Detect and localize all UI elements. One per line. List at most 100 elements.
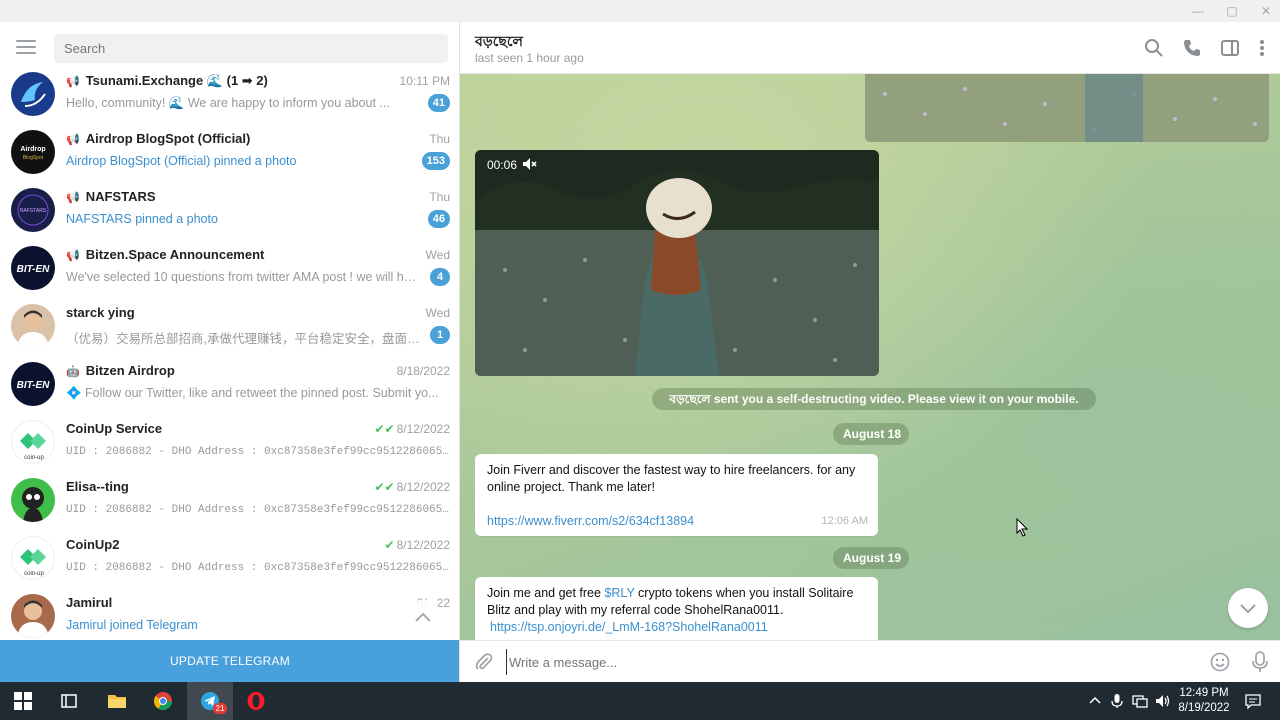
video-duration: 00:06 [487, 158, 518, 172]
chat-list-item[interactable]: coin-up CoinUp2 ✔ 8/12/2022 UID : 2086882 - … [0, 530, 459, 588]
svg-text:coin-up: coin-up [24, 455, 44, 461]
unread-badge: 153 [421, 152, 450, 170]
chat-name: CoinUp Service [66, 421, 162, 436]
windows-taskbar: 21 12:49 PM 8/19/2022 [0, 682, 1280, 720]
menu-icon[interactable] [16, 40, 36, 56]
read-check-icon: ✔✔ [374, 422, 395, 436]
emoji-icon[interactable] [1210, 652, 1230, 672]
paperclip-icon[interactable] [474, 652, 494, 672]
chat-preview: Jamirul joined Telegram [66, 618, 198, 632]
cartoon-avatar-avatar [11, 478, 55, 522]
update-telegram-button[interactable]: UPDATE TELEGRAM [0, 640, 459, 682]
chat-type-icon: 🤖 [66, 366, 80, 378]
chat-name: 📢 NAFSTARS [66, 189, 156, 204]
chat-time-text: 8/18/2022 [396, 364, 450, 378]
svg-text:BlogSpot: BlogSpot [23, 155, 44, 161]
unread-badge: 4 [430, 268, 450, 286]
message-link[interactable]: https://tsp.onjoyri.de/_LmM-168?ShohelRa… [487, 619, 866, 636]
message-composer [460, 640, 1280, 682]
message-bubble[interactable]: Join me and get free $RLY crypto tokens … [475, 577, 878, 640]
chat-name: 📢 Bitzen.Space Announcement [66, 247, 264, 262]
chat-list-item[interactable]: NAFSTARS 📢 NAFSTARS Thu NAFSTARS pinned a ph… [0, 182, 459, 240]
chat-list: 📢 Tsunami.Exchange 🌊 (1 ➡ 2) 10:11 PM Hello… [0, 66, 459, 646]
opera-button[interactable] [233, 682, 279, 720]
chat-preview: UID : 2086882 - DHO Address : 0xc87358e3… [66, 504, 450, 516]
message-area[interactable]: 00:06 বড়ছেলে sent you a self-destructin… [460, 74, 1280, 640]
chat-list-item[interactable]: Jamirul8/...22Jamirul joined Telegram [0, 588, 459, 646]
chat-list-item[interactable]: 📢 Tsunami.Exchange 🌊 (1 ➡ 2) 10:11 PM Hello… [0, 66, 459, 124]
phone-icon[interactable] [1182, 38, 1202, 58]
chat-list-item[interactable]: Airdrop BlogSpot 📢 Airdrop BlogSpot (Offici… [0, 124, 459, 182]
microphone-tray-icon[interactable] [1109, 693, 1125, 709]
task-view-icon [61, 694, 77, 708]
close-button[interactable]: ✕ [1256, 3, 1276, 19]
chat-name: 📢 Tsunami.Exchange 🌊 (1 ➡ 2) [66, 73, 268, 89]
chat-name: CoinUp2 [66, 537, 119, 552]
chat-time: Wed [426, 306, 450, 320]
chat-list-item[interactable]: coin-up CoinUp Service ✔✔ 8/12/2022 UID : 20… [0, 414, 459, 472]
chat-name-text: Elisa--ting [66, 479, 129, 494]
telegram-taskbar-button[interactable]: 21 [187, 682, 233, 720]
microphone-icon[interactable] [1251, 651, 1269, 673]
peer-status: last seen 1 hour ago [475, 51, 584, 65]
message-input[interactable] [506, 649, 1186, 675]
unread-badge: 1 [430, 326, 450, 344]
start-button[interactable] [0, 682, 46, 720]
minimize-button[interactable]: — [1188, 3, 1208, 19]
coinup-logo-avatar: coin-up [11, 420, 55, 464]
person-photo-avatar [11, 594, 55, 638]
chat-name: Elisa--ting [66, 479, 129, 494]
opera-icon [247, 692, 265, 710]
chat-preview: We've selected 10 questions from twitter… [66, 270, 422, 284]
chat-preview: Hello, community! 🌊 We are happy to info… [66, 96, 390, 110]
tray-expand-icon[interactable] [1087, 693, 1103, 709]
message-bubble[interactable]: Join Fiverr and discover the fastest way… [475, 454, 878, 536]
message-link[interactable]: https://www.fiverr.com/s2/634cf13894 [487, 513, 866, 530]
airdrop-logo-avatar: Airdrop BlogSpot [11, 130, 55, 174]
scroll-down-button[interactable] [1228, 588, 1268, 628]
chat-list-item[interactable]: starck ying Wed （优易）交易所总部招商,承做代理赚钱，平台稳定安全，… [0, 298, 459, 356]
network-icon[interactable] [1132, 693, 1148, 709]
video-message[interactable]: 00:06 [475, 150, 879, 376]
muted-speaker-icon[interactable] [521, 156, 537, 172]
chat-preview: UID : 2086882 - DHO Address : 0xc87358e3… [66, 562, 450, 574]
chat-list-item[interactable]: BIT-EN 📢 Bitzen.Space Announcement Wed We've… [0, 240, 459, 298]
search-icon[interactable] [1144, 38, 1164, 58]
maximize-button[interactable]: ▢ [1222, 3, 1242, 19]
taskbar-clock[interactable]: 12:49 PM 8/19/2022 [1176, 686, 1232, 716]
scroll-up-button[interactable] [404, 600, 442, 634]
chat-list-panel: 📢 Tsunami.Exchange 🌊 (1 ➡ 2) 10:11 PM Hello… [0, 22, 460, 682]
more-options-icon[interactable] [1252, 38, 1272, 58]
chat-time-text: Thu [429, 190, 450, 204]
chat-time: ✔✔ 8/12/2022 [375, 422, 451, 436]
chat-list-item[interactable]: Elisa--ting ✔✔ 8/12/2022 UID : 2086882 - DH… [0, 472, 459, 530]
chat-time-text: 8/12/2022 [396, 422, 450, 436]
speaker-icon[interactable] [1155, 693, 1171, 709]
clock-time: 12:49 PM [1179, 687, 1229, 699]
chat-time: ✔✔ 8/12/2022 [375, 480, 451, 494]
person-photo-avatar [11, 304, 55, 348]
chat-list-item[interactable]: BIT-EN 🤖 Bitzen Airdrop 8/18/2022 💠 Follow o… [0, 356, 459, 414]
file-explorer-button[interactable] [94, 682, 140, 720]
chat-preview: UID : 2086882 - DHO Address : 0xc87358e3… [66, 446, 450, 458]
chrome-button[interactable] [140, 682, 186, 720]
read-check-icon: ✔✔ [374, 480, 395, 494]
nafstars-logo-avatar: NAFSTARS [11, 188, 55, 232]
wave-logo-avatar [11, 72, 55, 116]
mouse-cursor-icon [1016, 518, 1029, 537]
chevron-down-icon [1240, 604, 1256, 614]
chat-name-text: starck ying [66, 305, 135, 320]
chat-name-text: Airdrop BlogSpot (Official) [85, 131, 251, 146]
chat-time-text: 10:11 PM [399, 74, 450, 88]
chat-name: Jamirul [66, 595, 112, 610]
chat-type-icon: 📢 [66, 76, 80, 88]
sidebar-toggle-icon[interactable] [1220, 38, 1240, 58]
notifications-icon[interactable] [1245, 693, 1261, 709]
chat-time: 8/18/2022 [397, 364, 450, 378]
date-separator: August 18 [833, 423, 909, 445]
telegram-unread-badge: 21 [213, 703, 227, 714]
task-view-button[interactable] [46, 682, 92, 720]
search-input[interactable] [54, 34, 448, 63]
ticker-link[interactable]: $RLY [604, 586, 634, 600]
photo-message[interactable] [865, 74, 1269, 142]
